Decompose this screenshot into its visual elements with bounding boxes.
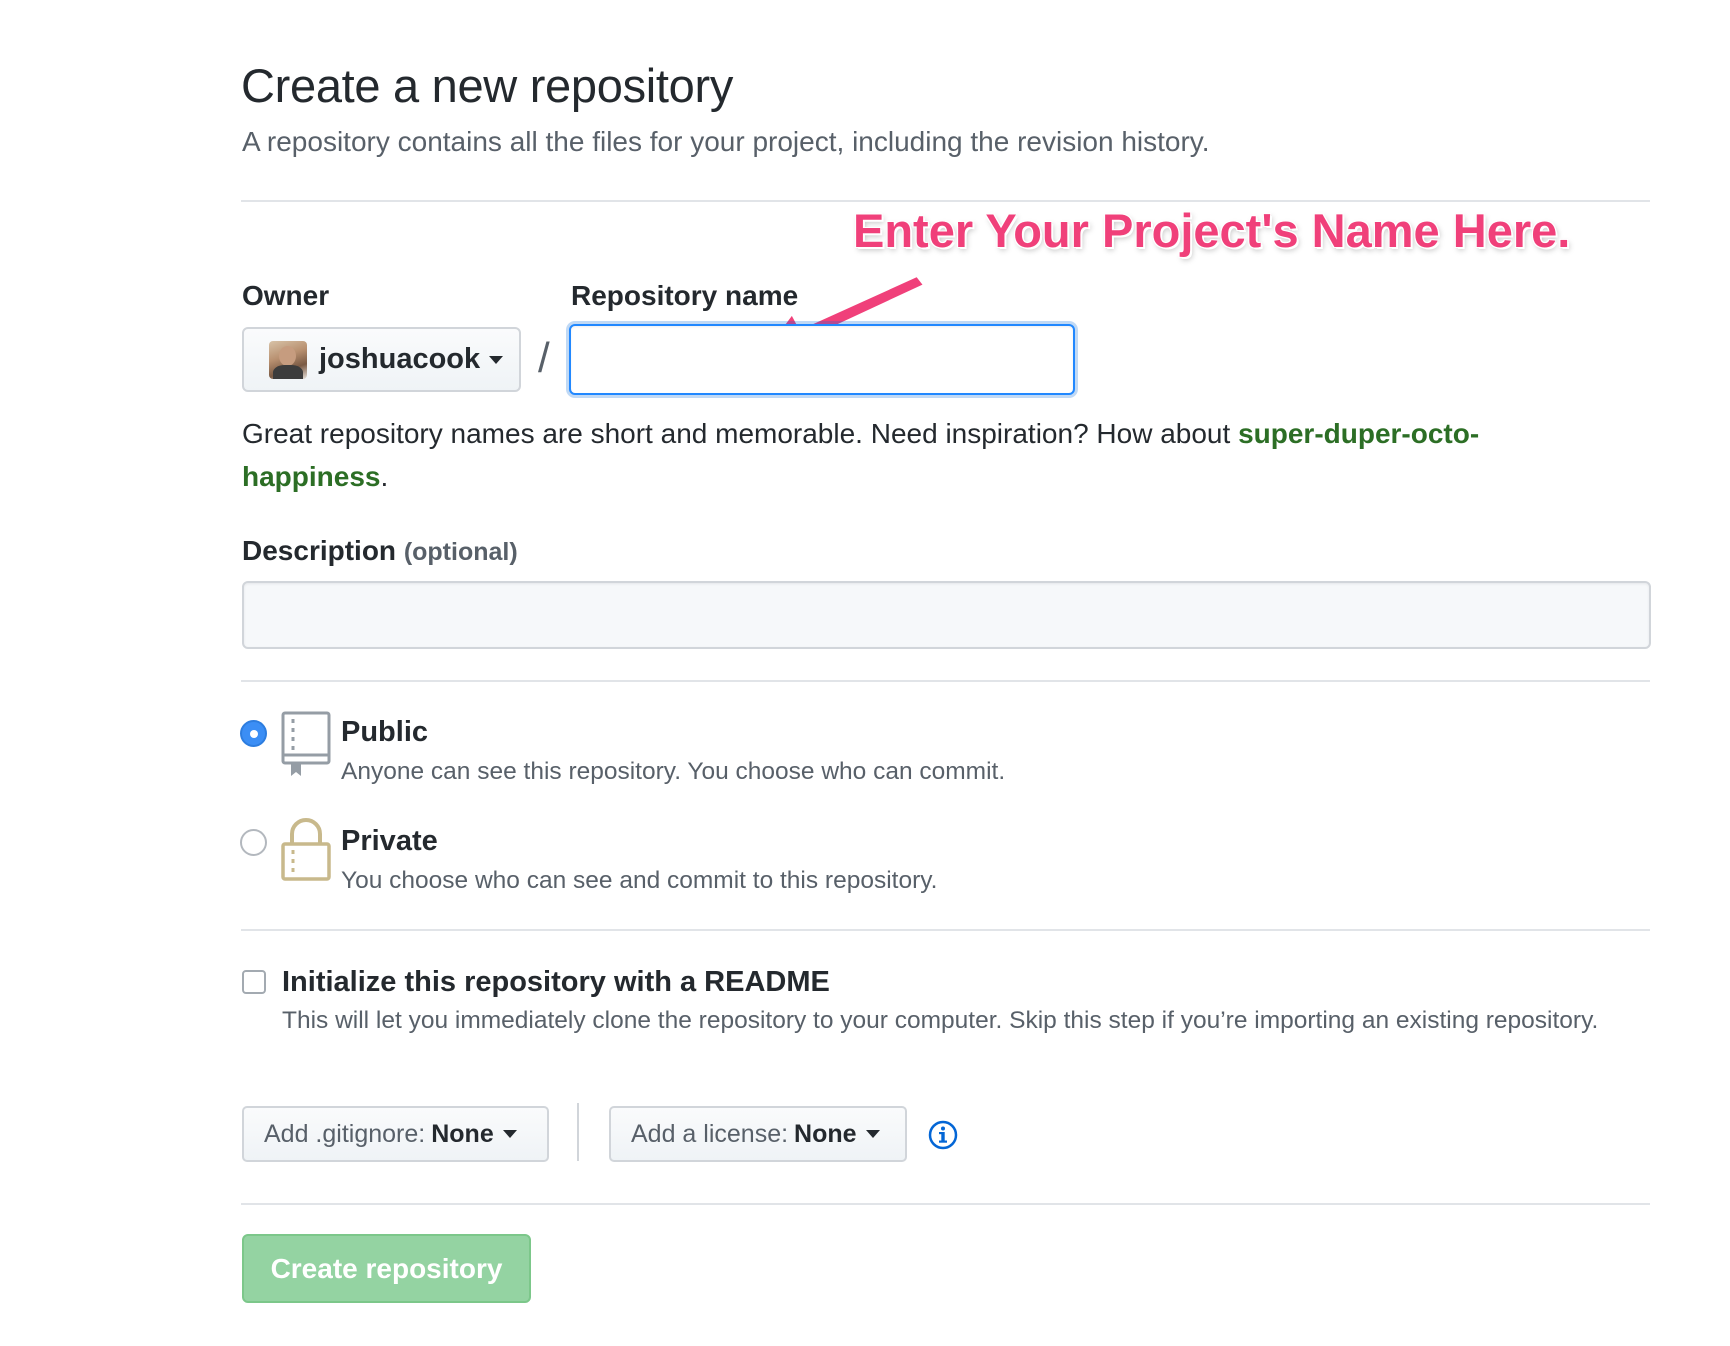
divider-submit: [241, 1203, 1650, 1205]
readme-checkbox[interactable]: [242, 970, 266, 994]
owner-name: joshuacook: [319, 343, 481, 375]
repo-icon: [281, 711, 331, 776]
chevron-down-icon: [489, 355, 504, 364]
public-desc: Anyone can see this repository. You choo…: [341, 758, 1006, 785]
hint-text: Great repository names are short and mem…: [242, 418, 1239, 449]
gitignore-label: Add .gitignore:: [264, 1119, 426, 1148]
owner-select[interactable]: joshuacook: [242, 327, 521, 392]
private-title: Private: [341, 825, 438, 857]
page-subtitle: A repository contains all the files for …: [242, 126, 1210, 157]
page-title: Create a new repository: [241, 59, 734, 112]
lock-icon: [281, 818, 331, 881]
description-input[interactable]: [242, 581, 1651, 649]
avatar: [269, 340, 307, 379]
readme-title: Initialize this repository with a README: [282, 966, 830, 998]
private-desc: You choose who can see and commit to thi…: [341, 867, 938, 894]
repo-name-label: Repository name: [571, 280, 799, 311]
public-radio[interactable]: [240, 720, 267, 747]
private-radio[interactable]: [240, 829, 267, 856]
license-select[interactable]: Add a license: None: [609, 1106, 907, 1162]
chevron-down-icon: [865, 1130, 880, 1138]
hint-end: .: [380, 461, 389, 492]
description-label-text: Description: [242, 535, 397, 566]
public-title: Public: [341, 716, 429, 748]
license-label: Add a license:: [631, 1119, 789, 1148]
repo-name-input[interactable]: [569, 324, 1075, 395]
divider-visibility: [241, 680, 1650, 682]
license-value: None: [794, 1119, 857, 1148]
owner-repo-separator: /: [538, 334, 550, 381]
optional-tag: (optional): [403, 538, 518, 566]
chevron-down-icon: [502, 1130, 517, 1138]
readme-desc: This will let you immediately clone the …: [282, 1007, 1599, 1034]
divider-top: [241, 200, 1650, 202]
select-separator: [577, 1103, 579, 1161]
owner-label: Owner: [242, 280, 330, 311]
gitignore-select[interactable]: Add .gitignore: None: [242, 1106, 549, 1162]
description-label: Description (optional): [242, 535, 518, 567]
annotation-callout: Enter Your Project's Name Here.: [853, 204, 1571, 257]
create-repository-button[interactable]: Create repository: [242, 1234, 531, 1303]
info-icon[interactable]: [928, 1120, 958, 1150]
name-hint: Great repository names are short and mem…: [242, 412, 1602, 498]
divider-readme: [241, 929, 1650, 931]
gitignore-value: None: [431, 1119, 494, 1148]
